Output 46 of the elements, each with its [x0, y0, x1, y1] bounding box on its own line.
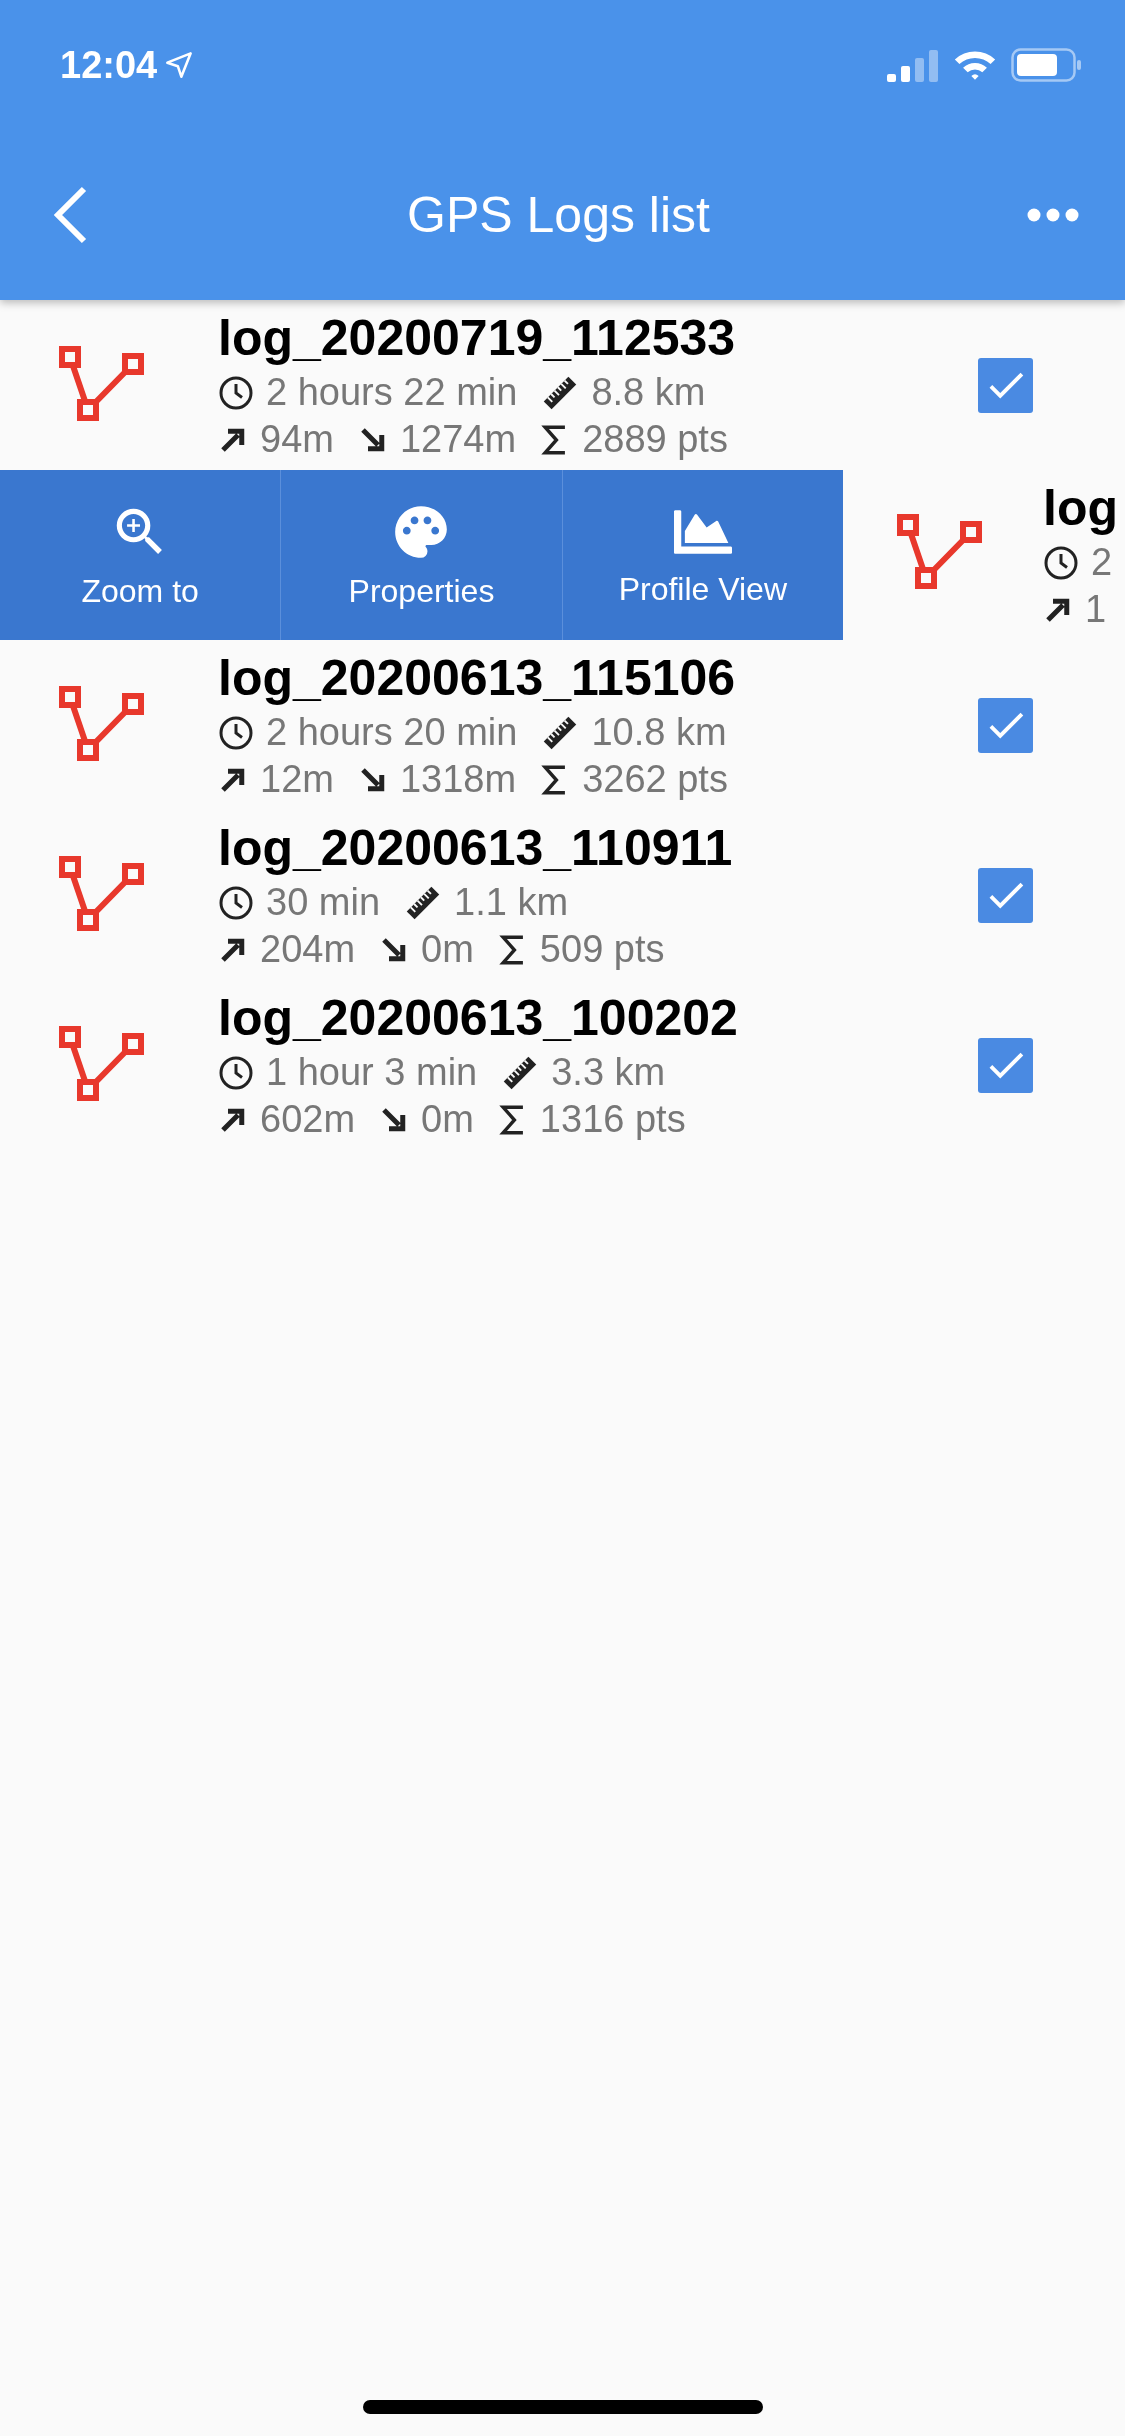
visibility-checkbox[interactable] [978, 357, 1033, 413]
point-count: 2889 pts [582, 418, 728, 461]
wifi-icon [953, 48, 997, 82]
visibility-checkbox[interactable] [978, 867, 1033, 923]
status-time: 12:04 [60, 43, 194, 87]
location-arrow-icon [165, 51, 194, 79]
point-count: 3262 pts [582, 758, 728, 801]
visibility-checkbox[interactable] [978, 1037, 1033, 1093]
ascent: 94m [260, 418, 334, 461]
length: 3.3 km [551, 1051, 666, 1094]
duration: 1 hour 3 min [266, 1051, 478, 1094]
descent: 1274m [399, 418, 517, 461]
signal-icon [887, 48, 939, 82]
clock-icon [218, 714, 254, 751]
log-name: log [1043, 479, 1119, 537]
battery-icon [1011, 48, 1083, 82]
duration: 2 [1091, 541, 1113, 584]
swipe-action-button[interactable]: Zoom to [0, 470, 282, 640]
descent: 1318m [399, 758, 517, 801]
ascent: 1 [1085, 588, 1107, 631]
duration: 30 min [266, 881, 381, 924]
point-count: 1316 pts [539, 1098, 686, 1141]
log-name: log_20200613_100202 [218, 989, 739, 1047]
ascent: 602m [260, 1098, 356, 1141]
screen-title: GPS Logs list [407, 186, 710, 244]
clock-icon [218, 374, 254, 411]
length: 10.8 km [591, 711, 727, 754]
point-count: 509 pts [539, 928, 665, 971]
log-name: log_20200719_112533 [218, 309, 737, 367]
log-name: log_20200613_115106 [218, 649, 737, 707]
clock-icon [218, 1054, 254, 1091]
more-icon [1027, 208, 1079, 222]
swipe-action-button[interactable]: Profile View [562, 470, 843, 640]
clock-icon [218, 884, 254, 921]
visibility-checkbox[interactable] [978, 697, 1033, 753]
length: 8.8 km [591, 371, 706, 414]
descent: 0m [421, 928, 474, 971]
ascent: 204m [260, 928, 356, 971]
log-name: log_20200613_110911 [218, 819, 734, 877]
swipe-action-button[interactable]: Properties [281, 470, 563, 640]
length: 1.1 km [454, 881, 569, 924]
ascent: 12m [260, 758, 334, 801]
duration: 2 hours 20 min [266, 711, 518, 754]
duration: 2 hours 22 min [266, 371, 518, 414]
clock-icon [1043, 544, 1079, 581]
descent: 0m [421, 1098, 474, 1141]
